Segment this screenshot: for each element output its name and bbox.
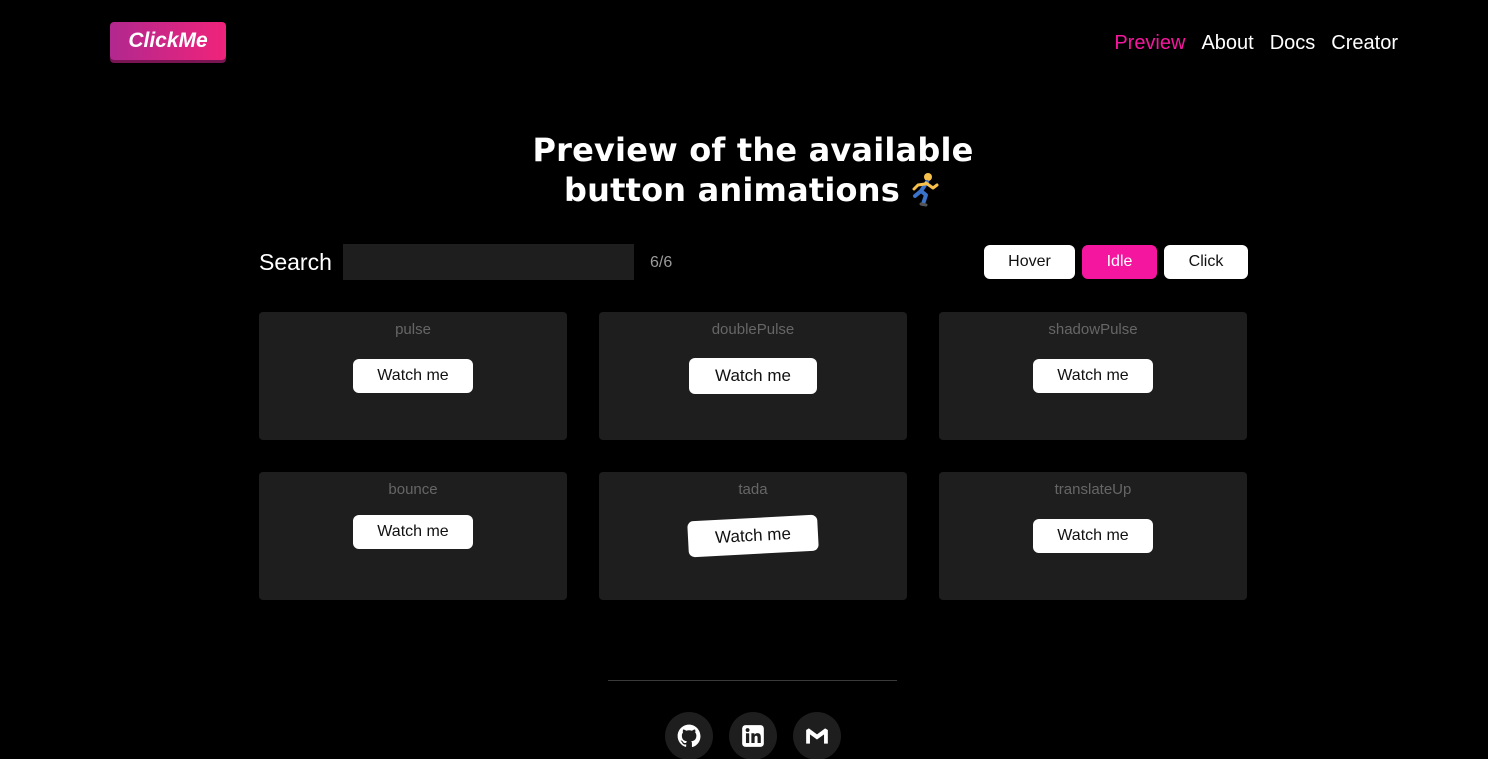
animation-card-shadowpulse: shadowPulse Watch me <box>939 312 1247 440</box>
page-title-line2: button animations <box>564 171 900 209</box>
nav-creator[interactable]: Creator <box>1331 32 1398 55</box>
card-title: shadowPulse <box>1048 321 1138 338</box>
github-link[interactable] <box>665 712 713 759</box>
nav-about[interactable]: About <box>1201 32 1253 55</box>
running-person-icon <box>912 173 939 207</box>
card-title: pulse <box>395 321 431 338</box>
search-input[interactable] <box>343 244 634 280</box>
watch-me-button[interactable]: Watch me <box>1033 359 1153 393</box>
animation-card-tada: tada Watch me <box>599 472 907 600</box>
watch-me-button[interactable]: Watch me <box>1033 519 1153 553</box>
result-count: 6/6 <box>650 254 673 271</box>
watch-me-button[interactable]: Watch me <box>353 515 473 549</box>
footer-divider <box>608 680 897 681</box>
page-title-line2-wrap: button animations <box>0 170 1488 210</box>
page-title-line1: Preview of the available <box>532 131 974 169</box>
card-title: doublePulse <box>711 321 795 338</box>
animation-card-translateup: translateUp Watch me <box>939 472 1247 600</box>
nav-docs[interactable]: Docs <box>1270 32 1316 55</box>
logo-button[interactable]: ClickMe <box>110 22 226 60</box>
mode-click-button[interactable]: Click <box>1164 245 1248 279</box>
github-icon <box>677 724 701 748</box>
page-title: Preview of the available button animatio… <box>0 130 1488 210</box>
card-title: translateUp <box>1054 481 1132 498</box>
card-title: bounce <box>388 481 438 498</box>
search-label: Search <box>259 249 332 275</box>
linkedin-icon <box>742 725 764 747</box>
mode-hover-button[interactable]: Hover <box>984 245 1075 279</box>
animation-card-pulse: pulse Watch me <box>259 312 567 440</box>
linkedin-link[interactable] <box>729 712 777 759</box>
mode-idle-button[interactable]: Idle <box>1082 245 1157 279</box>
watch-me-button[interactable]: Watch me <box>687 514 819 558</box>
gmail-icon <box>806 728 828 744</box>
watch-me-button[interactable]: Watch me <box>353 359 473 393</box>
animation-card-doublepulse: doublePulse Watch me <box>599 312 907 440</box>
watch-me-button[interactable]: Watch me <box>689 358 817 394</box>
top-nav: Preview About Docs Creator <box>1114 32 1398 55</box>
card-title: tada <box>738 481 768 498</box>
animation-card-bounce: bounce Watch me <box>259 472 567 600</box>
page: ClickMe Preview About Docs Creator Previ… <box>0 0 1488 759</box>
gmail-link[interactable] <box>793 712 841 759</box>
nav-preview[interactable]: Preview <box>1114 32 1185 55</box>
